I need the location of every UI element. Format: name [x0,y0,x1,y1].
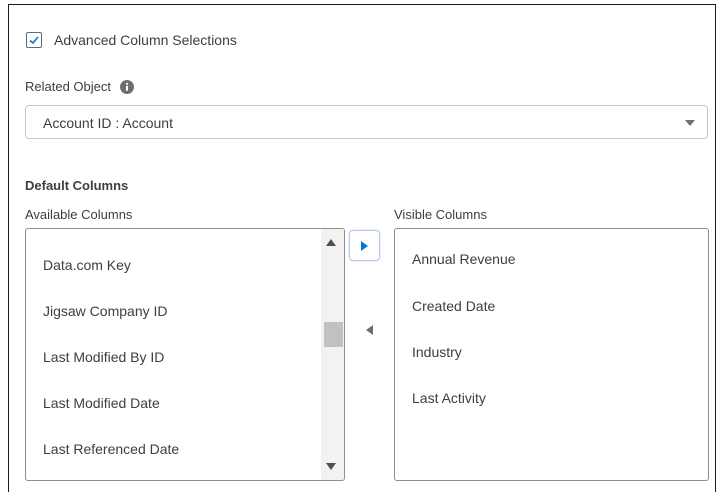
left-arrow-icon [366,324,373,335]
related-object-label: Related Object [25,79,111,94]
available-columns-list[interactable]: Data.com Key Jigsaw Company ID Last Modi… [25,228,345,481]
move-to-visible-button[interactable] [349,230,380,261]
list-item[interactable]: Annual Revenue [412,251,516,267]
check-icon [29,36,39,45]
list-item[interactable]: Last Modified By ID [43,349,164,365]
chevron-down-icon [685,120,695,126]
advanced-checkbox-label: Advanced Column Selections [54,32,237,48]
visible-columns-list[interactable]: Annual Revenue Created Date Industry Las… [394,228,709,481]
related-object-value: Account ID : Account [43,115,173,131]
list-item[interactable]: Last Referenced Date [43,441,179,457]
list-item[interactable]: Jigsaw Company ID [43,303,168,319]
list-item[interactable]: Last Modified Date [43,395,160,411]
list-item[interactable]: Last Activity [412,390,486,406]
available-scrollbar[interactable] [321,229,344,480]
advanced-checkbox[interactable] [26,32,42,48]
move-to-available-button[interactable] [354,314,385,345]
advanced-column-selections[interactable]: Advanced Column Selections [26,31,237,49]
related-object-label-row: Related Object [25,79,134,94]
scroll-down-icon[interactable] [326,463,336,470]
related-object-select[interactable]: Account ID : Account [25,105,708,139]
visible-columns-label: Visible Columns [394,207,487,222]
scrollbar-thumb[interactable] [324,322,343,347]
list-item[interactable]: Created Date [412,298,495,314]
right-arrow-icon [361,240,368,251]
list-item[interactable]: Industry [412,344,462,360]
available-columns-label: Available Columns [25,207,133,222]
default-columns-title: Default Columns [25,178,129,193]
list-item[interactable]: Data.com Key [43,257,131,273]
info-icon[interactable] [120,79,134,94]
scroll-up-icon[interactable] [326,239,336,246]
